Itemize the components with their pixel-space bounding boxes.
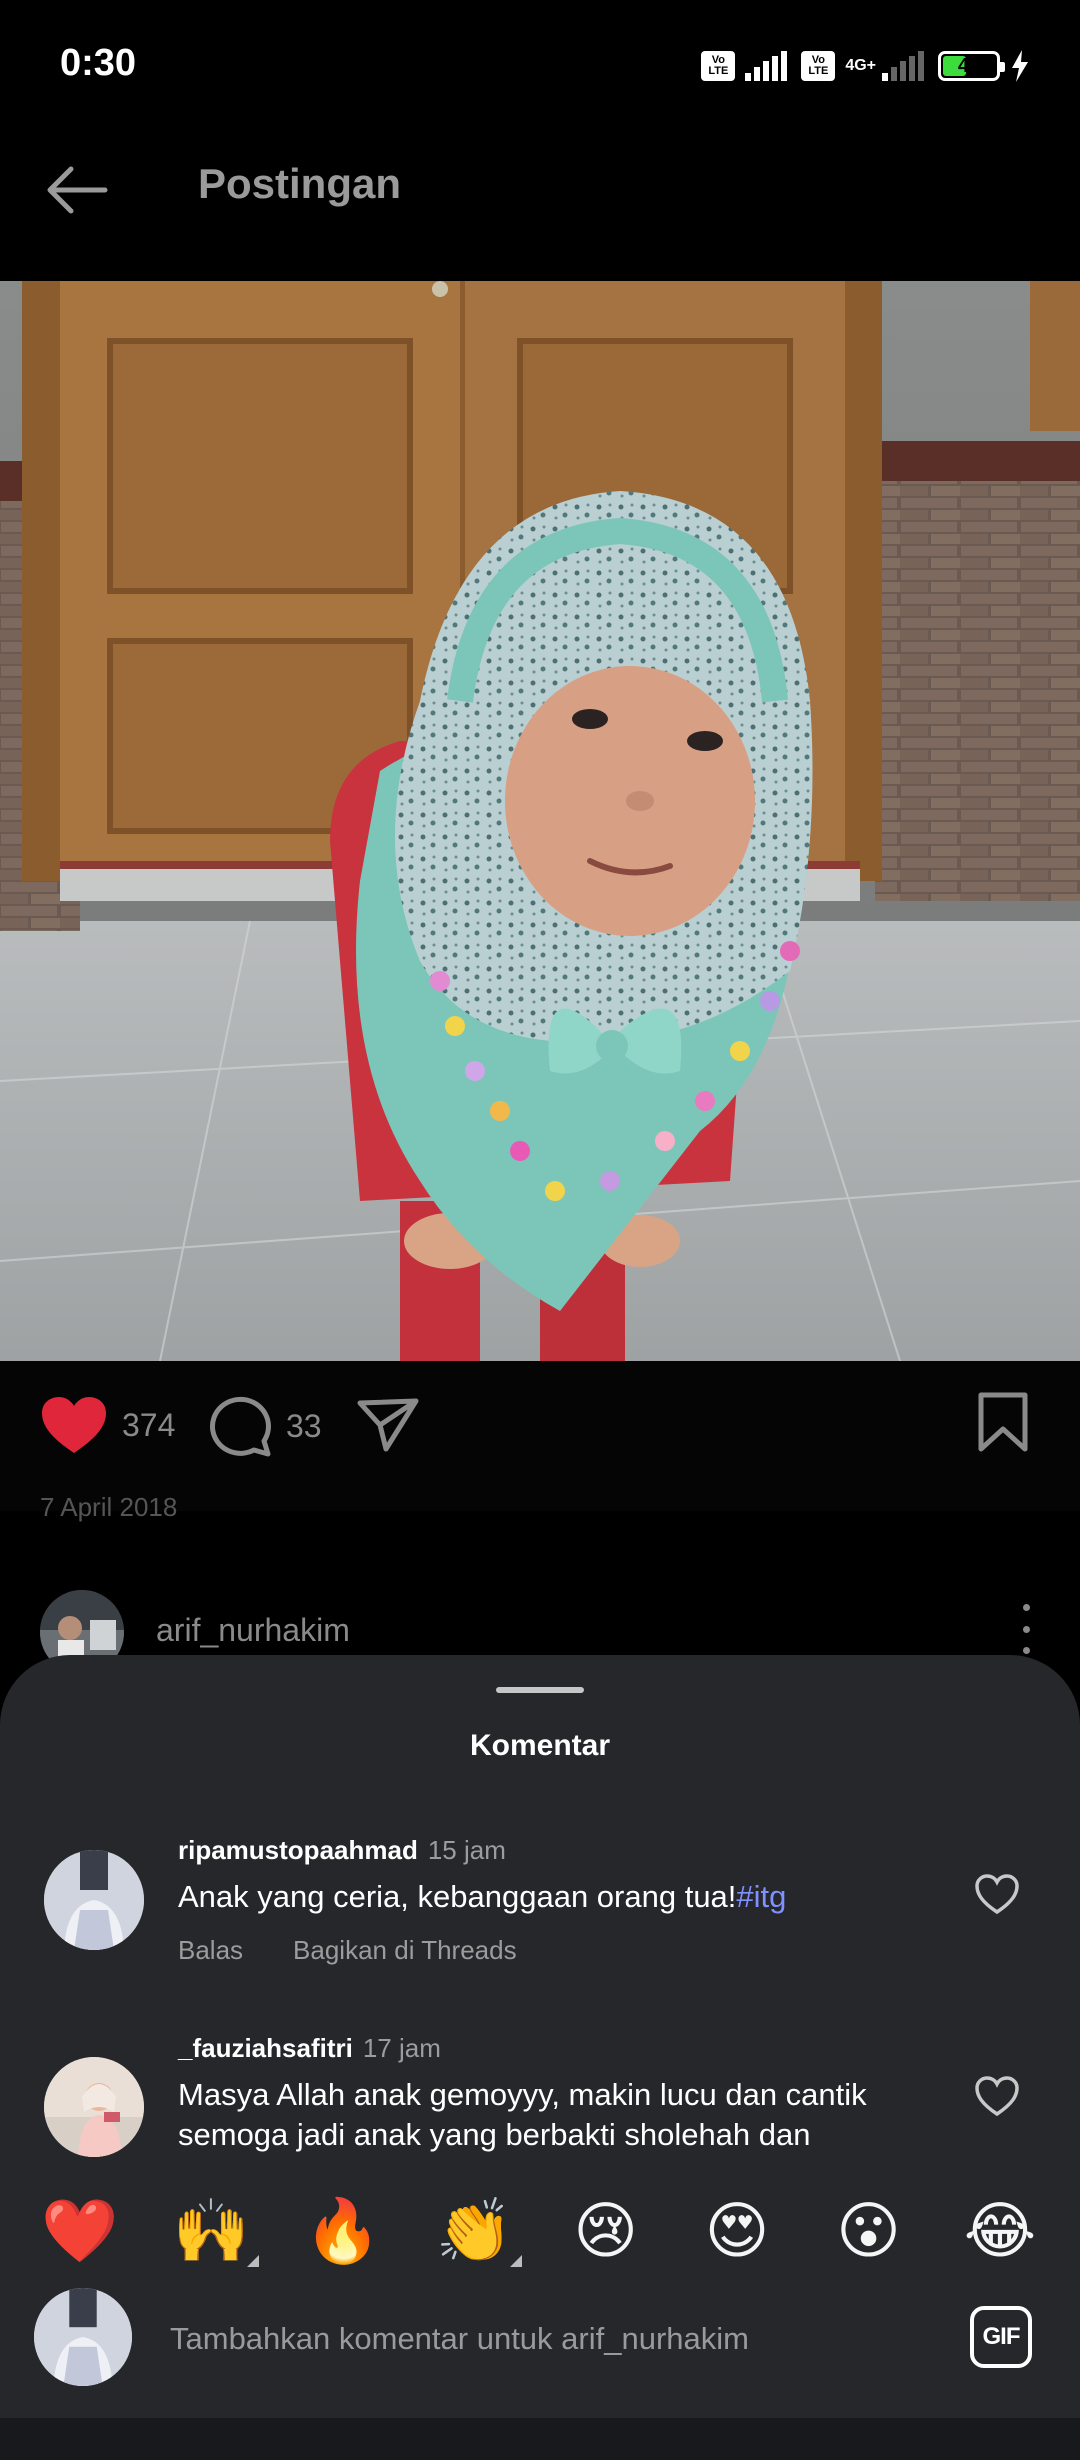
heart-outline-icon	[975, 2076, 1019, 2117]
comment-body: Anak yang ceria, kebanggaan orang tua!	[178, 1879, 737, 1914]
more-options-button[interactable]	[1016, 1604, 1036, 1654]
dot-icon	[1022, 1604, 1030, 1611]
current-user-avatar-image	[34, 2288, 132, 2386]
emoji-clapping-hands[interactable]: 👏	[432, 2197, 523, 2267]
quick-emoji-bar: ❤️ 🙌 🔥 👏 😢 😍 😮 😂	[0, 2182, 1080, 2282]
comment-avatar-image	[44, 1850, 144, 1950]
post-image[interactable]	[0, 281, 1080, 1361]
battery-icon: 45	[938, 51, 1005, 81]
comment-time: 17 jam	[362, 2033, 441, 2063]
like-button[interactable]: 374	[40, 1395, 175, 1455]
comment-header: ripamustopaahmad 15 jam	[178, 1835, 506, 1866]
comment-like-button[interactable]	[974, 1873, 1024, 1919]
emoji-surprised-face[interactable]: 😮	[827, 2197, 911, 2267]
comment-bubble-icon	[209, 1396, 271, 1457]
comment-header: _fauziahsafitri 17 jam	[178, 2033, 441, 2064]
status-icons: Vo LTE Vo LTE 4G+ 45	[701, 46, 1030, 86]
volte-icon: Vo LTE	[701, 51, 736, 81]
heart-outline-icon	[975, 1874, 1019, 1915]
share-to-threads-button[interactable]: Bagikan di Threads	[293, 1935, 517, 1966]
system-nav-bar	[0, 2418, 1080, 2460]
network-type: 4G+	[845, 57, 876, 74]
comment-count: 33	[286, 1407, 322, 1444]
status-bar: 0:30 Vo LTE Vo LTE 4G+ 45	[0, 0, 1080, 110]
comment-avatar[interactable]	[44, 1850, 144, 1950]
comment-avatar[interactable]	[44, 2057, 144, 2157]
current-user-avatar	[34, 2288, 132, 2386]
comment-avatar-image	[44, 2057, 144, 2157]
comment-item: ripamustopaahmad 15 jam Anak yang ceria, …	[0, 1815, 1080, 1965]
post-actions-bar: 374 33	[0, 1361, 1080, 1511]
top-app-bar: Postingan	[0, 110, 1080, 280]
status-time: 0:30	[60, 42, 137, 84]
comments-list[interactable]: ripamustopaahmad 15 jam Anak yang ceria, …	[0, 1815, 1080, 2218]
bookmark-icon	[978, 1392, 1028, 1452]
emoji-heart-eyes[interactable]: 😍	[695, 2197, 779, 2267]
comment-actions: Balas Bagikan di Threads	[178, 1935, 517, 1966]
like-count: 374	[122, 1406, 176, 1443]
emoji-raising-hands[interactable]: 🙌	[169, 2197, 260, 2267]
arrow-left-icon	[47, 166, 108, 214]
comment-username[interactable]: ripamustopaahmad	[178, 1835, 418, 1865]
comment-hashtag[interactable]: #itg	[736, 1879, 786, 1914]
emoji-tears-of-joy[interactable]: 😂	[958, 2197, 1042, 2267]
post-photo-illustration	[0, 281, 1080, 1361]
emoji-fire[interactable]: 🔥	[301, 2197, 385, 2267]
author-username[interactable]: arif_nurhakim	[156, 1612, 350, 1649]
charging-bolt-icon	[1012, 50, 1028, 82]
send-icon	[357, 1398, 419, 1452]
save-button[interactable]	[976, 1391, 1030, 1453]
emoji-red-heart[interactable]: ❤️	[38, 2197, 122, 2267]
comment-text: Masya Allah anak gemoyyy, makin lucu dan…	[178, 2077, 867, 2152]
volte-icon-2: Vo LTE	[801, 51, 836, 81]
heart-filled-icon	[42, 1397, 106, 1453]
emoji-crying-face[interactable]: 😢	[564, 2197, 648, 2267]
comment-text: Anak yang ceria, kebanggaan orang tua!#i…	[178, 1877, 958, 1917]
comment-like-button[interactable]	[974, 2075, 1024, 2121]
sheet-drag-handle[interactable]	[496, 1687, 584, 1693]
battery-level: 45	[957, 54, 981, 77]
reply-button[interactable]: Balas	[178, 1935, 243, 1966]
sheet-title: Komentar	[469, 1729, 611, 1762]
comment-composer: GIF	[0, 2278, 1080, 2398]
comment-time: 15 jam	[427, 1835, 506, 1865]
page-title: Postingan	[198, 160, 402, 207]
share-button[interactable]	[356, 1397, 420, 1453]
signal-icon-2	[882, 51, 924, 81]
comment-username[interactable]: _fauziahsafitri	[178, 2033, 353, 2063]
back-button[interactable]	[40, 153, 114, 227]
comment-button[interactable]: 33	[208, 1395, 322, 1457]
dot-icon	[1022, 1647, 1030, 1654]
signal-icon	[745, 51, 788, 81]
comment-input[interactable]	[170, 2314, 930, 2364]
gif-button[interactable]: GIF	[970, 2306, 1032, 2368]
post-date: 7 April 2018	[40, 1492, 178, 1522]
dot-icon	[1022, 1625, 1030, 1633]
